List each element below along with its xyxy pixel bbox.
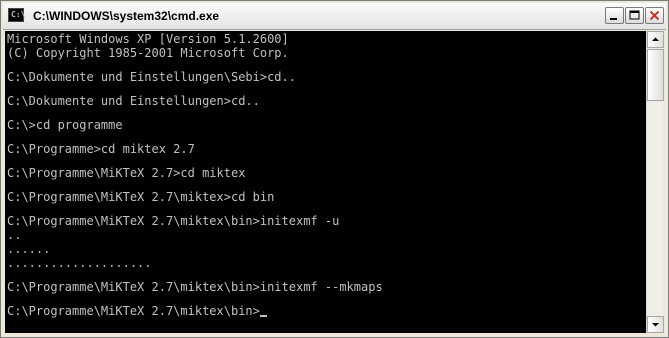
console-line: C:\Programme>cd miktex 2.7: [7, 142, 195, 156]
cmd-app-icon[interactable]: C:\: [8, 8, 25, 22]
title-bar[interactable]: C:\ C:\WINDOWS\system32\cmd.exe: [3, 3, 666, 30]
console-line: C:\Programme\MiKTeX 2.7>cd miktex: [7, 166, 246, 180]
scroll-down-button[interactable]: [647, 316, 664, 333]
console-window: C:\ C:\WINDOWS\system32\cmd.exe Microsof…: [0, 0, 669, 338]
vertical-scrollbar[interactable]: [646, 31, 664, 333]
console-line: Microsoft Windows XP [Version 5.1.2600]: [7, 32, 289, 46]
scroll-up-button[interactable]: [647, 31, 664, 48]
console-line: C:\Programme\MiKTeX 2.7\miktex\bin>inite…: [7, 214, 340, 228]
console-line: C:\Dokumente und Einstellungen\Sebi>cd..: [7, 70, 296, 84]
console-line: C:\Programme\MiKTeX 2.7\miktex>cd bin: [7, 190, 275, 204]
console-line: ......: [7, 242, 51, 256]
window-title: C:\WINDOWS\system32\cmd.exe: [33, 9, 220, 23]
minimize-button[interactable]: [605, 7, 624, 24]
console-text: Microsoft Windows XP [Version 5.1.2600](…: [7, 32, 383, 318]
console-line: ....................: [7, 256, 152, 270]
console-prompt-line: C:\Programme\MiKTeX 2.7\miktex\bin>: [7, 304, 383, 318]
scroll-thumb[interactable]: [647, 49, 664, 101]
close-icon: [649, 10, 660, 21]
console-line: ..: [7, 228, 22, 242]
console-line: C:\Programme\MiKTeX 2.7\miktex\bin>inite…: [7, 280, 383, 294]
maximize-button[interactable]: [625, 7, 644, 24]
text-cursor: [259, 315, 267, 317]
console-prompt: C:\Programme\MiKTeX 2.7\miktex\bin>: [7, 304, 260, 318]
arrow-up-icon: [652, 37, 659, 41]
console-output[interactable]: Microsoft Windows XP [Version 5.1.2600](…: [5, 31, 646, 333]
console-line: (C) Copyright 1985-2001 Microsoft Corp.: [7, 46, 289, 60]
minimize-icon: [610, 18, 617, 20]
console-line: C:\Dokumente und Einstellungen>cd..: [7, 94, 260, 108]
maximize-icon: [629, 10, 640, 20]
console-line: C:\>cd programme: [7, 118, 123, 132]
close-button[interactable]: [645, 7, 664, 24]
arrow-down-icon: [652, 323, 659, 327]
